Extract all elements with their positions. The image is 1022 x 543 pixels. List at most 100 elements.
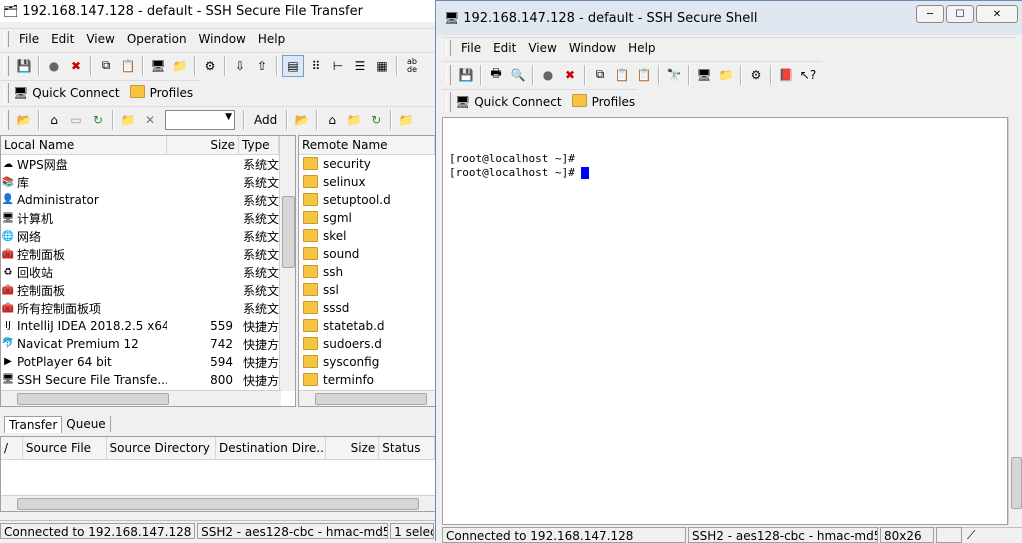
secure-shell-titlebar[interactable]: 🖥 192.168.147.128 - default - SSH Secure… [436, 1, 1022, 35]
help-book-icon[interactable]: 📕 [776, 65, 796, 85]
remote-folder-row[interactable]: sysconfig [299, 353, 435, 371]
col-size[interactable]: Size [167, 136, 239, 154]
home-icon[interactable]: ⌂ [322, 110, 342, 130]
up-folder-icon[interactable]: 📂 [292, 110, 312, 130]
local-file-row[interactable]: 🖥 SSH Secure File Transfe... 800 快捷方 [1, 371, 295, 389]
find-icon[interactable]: 🔭 [664, 65, 684, 85]
menu-file[interactable]: File [455, 41, 487, 55]
remote-folder-row[interactable]: skel [299, 227, 435, 245]
small-icons-icon[interactable]: ⠿ [306, 56, 326, 76]
copy-icon[interactable]: ⧉ [590, 65, 610, 85]
refresh-icon[interactable]: ↻ [88, 110, 108, 130]
paste-icon[interactable]: 📋 [612, 65, 632, 85]
settings-icon[interactable]: ⚙ [200, 56, 220, 76]
local-file-row[interactable]: 🖥 计算机 系统文 [1, 209, 295, 227]
minimize-button[interactable]: ─ [916, 5, 944, 23]
scroll-thumb[interactable] [315, 393, 427, 405]
new-folder-icon[interactable]: 📁 [118, 110, 138, 130]
connect-icon[interactable]: ● [44, 56, 64, 76]
remote-folder-row[interactable]: statetab.d [299, 317, 435, 335]
col-sort[interactable]: / [1, 437, 23, 459]
scroll-thumb[interactable] [17, 393, 169, 405]
download-icon[interactable]: ⇩ [230, 56, 250, 76]
local-file-list[interactable]: Local Name Size Type ☁ WPS网盘 系统文 📚 库系统文 👤 Admi… [0, 135, 296, 407]
refresh-icon[interactable]: ↻ [366, 110, 386, 130]
local-file-row[interactable]: 🧰 控制面板 系统文 [1, 281, 295, 299]
scroll-thumb[interactable] [1011, 457, 1022, 509]
tab-transfer[interactable]: Transfer [4, 415, 63, 433]
delete-icon[interactable]: ✕ [140, 110, 160, 130]
list-view-icon[interactable]: ☰ [350, 56, 370, 76]
transfer-horizontal-scrollbar[interactable] [1, 495, 435, 511]
menu-help[interactable]: Help [252, 32, 291, 46]
profiles-icon[interactable]: 📁 [170, 56, 190, 76]
remote-folder-row[interactable]: sgml [299, 209, 435, 227]
details-view-icon[interactable]: ▦ [372, 56, 392, 76]
copy-icon[interactable]: ⧉ [96, 56, 116, 76]
profiles-button[interactable]: Profiles [150, 86, 194, 100]
menu-help[interactable]: Help [622, 41, 661, 55]
local-file-row[interactable]: 👤 Administrator 系统文 [1, 191, 295, 209]
scroll-thumb[interactable] [17, 498, 419, 510]
file-transfer-titlebar[interactable]: 🗂 192.168.147.128 - default - SSH Secure… [0, 0, 436, 22]
local-file-row[interactable]: 🧰 控制面板 系统文 [1, 245, 295, 263]
scroll-thumb[interactable] [282, 196, 295, 268]
remote-folder-row[interactable]: sssd [299, 299, 435, 317]
tab-queue[interactable]: Queue [62, 416, 111, 432]
close-button[interactable]: ✕ [976, 5, 1018, 23]
large-icons-icon[interactable]: ▤ [282, 54, 304, 77]
terminal-vertical-scrollbar[interactable] [1008, 117, 1022, 525]
connect-icon[interactable]: ● [538, 65, 558, 85]
upload-icon[interactable]: ⇧ [252, 56, 272, 76]
quick-connect-icon[interactable]: 🖥 [148, 56, 168, 76]
disconnect-icon[interactable]: ✖ [66, 56, 86, 76]
save-icon[interactable]: 💾 [456, 65, 476, 85]
disconnect-icon[interactable]: ✖ [560, 65, 580, 85]
add-button[interactable]: Add [254, 113, 277, 127]
quick-connect-icon[interactable]: 🖥 [694, 65, 714, 85]
local-file-row[interactable]: ♻ 回收站 系统文 [1, 263, 295, 281]
print-icon[interactable]: 🖶 [486, 65, 506, 85]
local-file-row[interactable]: 🌐 网络 系统文 [1, 227, 295, 245]
local-file-row[interactable]: ☁ WPS网盘 系统文 [1, 155, 295, 173]
menu-view[interactable]: View [80, 32, 120, 46]
local-file-row[interactable]: 🐬 Navicat Premium 12 742 快捷方 [1, 335, 295, 353]
home-icon[interactable]: ⌂ [44, 110, 64, 130]
settings-icon[interactable]: ⚙ [746, 65, 766, 85]
transfer-list[interactable]: / Source File Source Directory Destinati… [0, 436, 436, 512]
menu-edit[interactable]: Edit [45, 32, 80, 46]
remote-folder-row[interactable]: security [299, 155, 435, 173]
new-folder-icon[interactable]: 📁 [396, 110, 416, 130]
local-file-row[interactable]: ▶ PotPlayer 64 bit 594 快捷方 [1, 353, 295, 371]
local-path-dropdown[interactable]: ▼ [165, 109, 235, 130]
profiles-button[interactable]: Profiles [592, 95, 636, 109]
ascii-mode-icon[interactable]: ab de [402, 56, 422, 76]
folder-icon[interactable]: ▭ [66, 110, 86, 130]
menu-edit[interactable]: Edit [487, 41, 522, 55]
local-vertical-scrollbar[interactable] [279, 136, 295, 391]
remote-file-list[interactable]: Remote Name security selinux setuptool.d sg… [298, 135, 436, 407]
maximize-button[interactable]: ☐ [946, 5, 974, 23]
tree-view-icon[interactable]: ⊢ [328, 56, 348, 76]
col-source-file[interactable]: Source File [23, 437, 107, 459]
print-preview-icon[interactable]: 🔍 [508, 65, 528, 85]
quick-connect-button[interactable]: Quick Connect [32, 86, 119, 100]
remote-folder-row[interactable]: setuptool.d [299, 191, 435, 209]
local-horizontal-scrollbar[interactable] [1, 390, 281, 406]
remote-folder-row[interactable]: sudoers.d [299, 335, 435, 353]
menu-window[interactable]: Window [193, 32, 252, 46]
remote-folder-row[interactable]: terminfo [299, 371, 435, 389]
paste-icon[interactable]: 📋 [118, 56, 138, 76]
remote-folder-row[interactable]: selinux [299, 173, 435, 191]
local-file-row[interactable]: IJ IntelliJ IDEA 2018.2.5 x64 559 快捷方 [1, 317, 295, 335]
terminal-area[interactable]: [root@localhost ~]# [root@localhost ~]# [442, 117, 1008, 525]
remote-horizontal-scrollbar[interactable] [299, 390, 435, 406]
save-icon[interactable]: 💾 [14, 56, 34, 76]
col-remote-name[interactable]: Remote Name [299, 136, 435, 154]
menu-file[interactable]: File [13, 32, 45, 46]
col-type[interactable]: Type [239, 136, 279, 154]
remote-folder-row[interactable]: ssh [299, 263, 435, 281]
local-file-row[interactable]: 📚 库 系统文 [1, 173, 295, 191]
col-destination-directory[interactable]: Destination Dire... [216, 437, 326, 459]
col-status[interactable]: Status [379, 437, 435, 459]
